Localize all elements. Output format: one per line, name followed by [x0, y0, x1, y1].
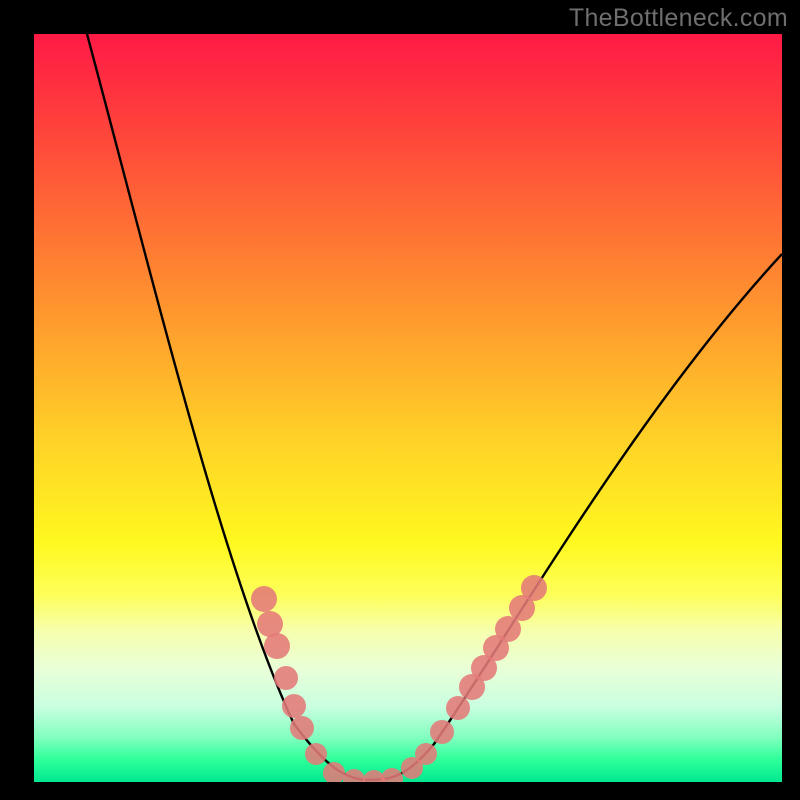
data-marker	[521, 575, 547, 601]
chart-frame: TheBottleneck.com	[0, 0, 800, 800]
data-marker	[323, 762, 345, 782]
data-marker	[264, 633, 290, 659]
data-marker	[251, 586, 277, 612]
chart-plot-area	[34, 34, 782, 782]
data-marker	[430, 720, 454, 744]
data-marker	[343, 769, 365, 782]
chart-svg	[34, 34, 782, 782]
data-marker	[415, 743, 437, 765]
marker-group	[251, 575, 547, 782]
data-marker	[381, 768, 403, 782]
data-marker	[274, 666, 298, 690]
data-marker	[282, 694, 306, 718]
data-marker	[257, 611, 283, 637]
data-marker	[290, 716, 314, 740]
data-marker	[305, 743, 327, 765]
watermark-text: TheBottleneck.com	[569, 4, 788, 33]
bottleneck-curve	[87, 34, 782, 780]
data-marker	[446, 696, 470, 720]
